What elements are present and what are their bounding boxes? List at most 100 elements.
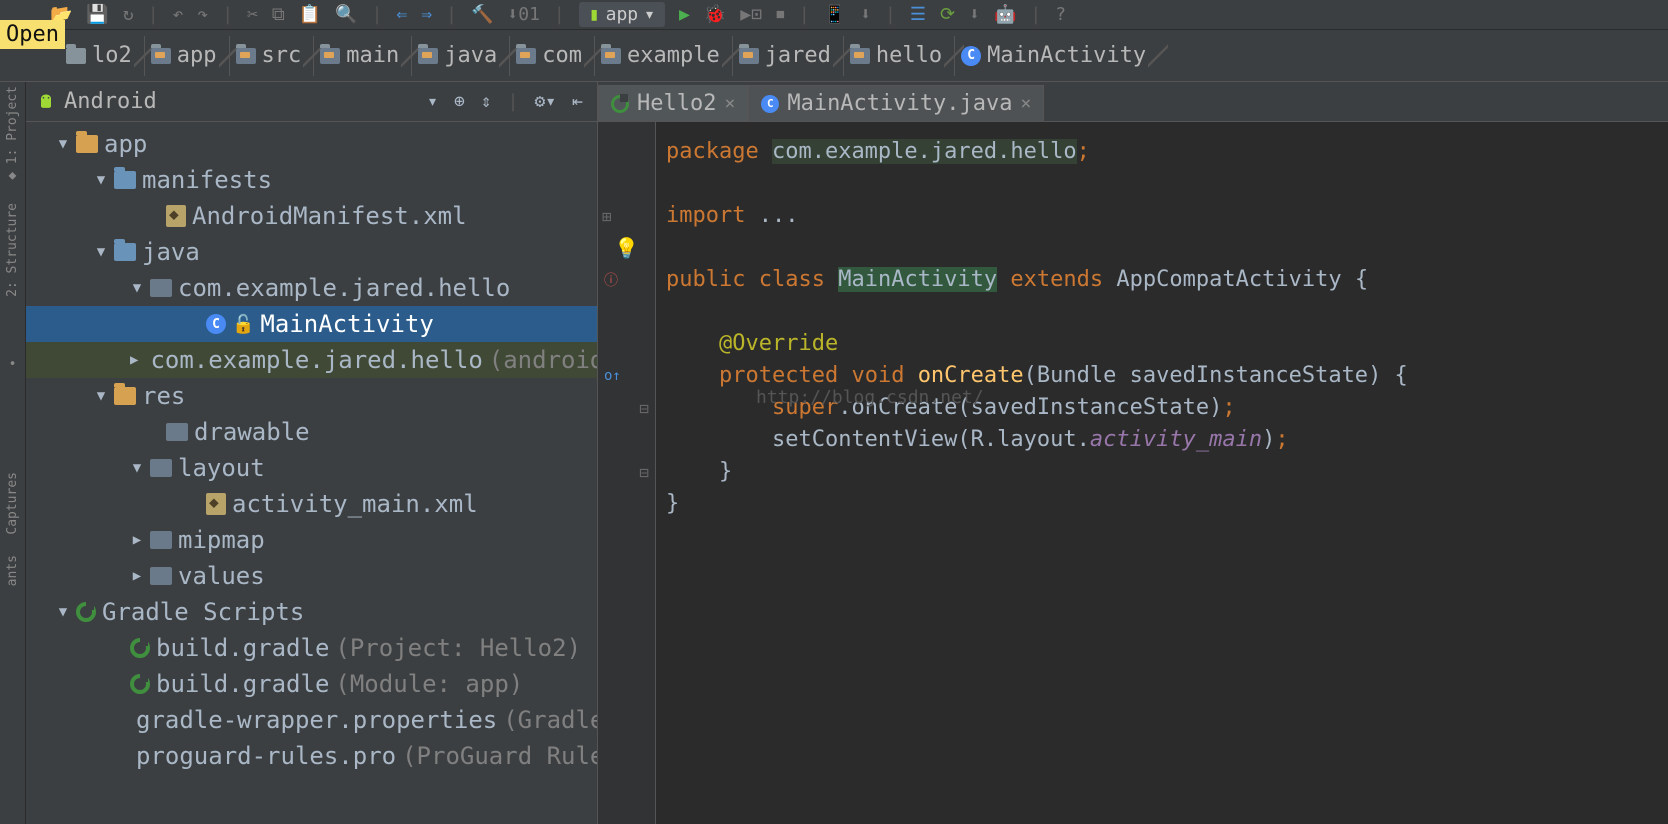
hide-icon[interactable]: ⇤ <box>568 91 587 112</box>
copy-icon[interactable]: ⧉ <box>272 4 285 25</box>
tree-res[interactable]: ▼res <box>26 378 597 414</box>
android-robot-icon[interactable]: 🤖 <box>994 4 1016 25</box>
sdk-icon[interactable]: ⬇ <box>860 4 871 25</box>
sidebar-header: Android ▾ ⊕ ⇕ | ⚙▾ ⇤ <box>26 82 597 122</box>
gradle-icon <box>130 638 150 658</box>
crumb-app[interactable]: app <box>144 36 229 76</box>
find-icon[interactable]: 🔍 <box>335 4 357 25</box>
tab-hello2[interactable]: Hello2 × <box>598 85 748 121</box>
gradle-icon <box>76 602 96 622</box>
rail-captures[interactable]: Captures <box>5 472 20 535</box>
sidebar-view-label[interactable]: Android <box>64 89 415 114</box>
crumb-java[interactable]: java <box>411 36 509 76</box>
rail-variants[interactable]: ants <box>5 555 20 586</box>
code-content[interactable]: package com.example.jared.hello; import … <box>656 122 1668 824</box>
gradle-icon <box>611 95 629 113</box>
folder-icon <box>150 531 172 549</box>
tool-window-bar: ◆1: Project 2: Structure • Captures ants <box>0 82 26 824</box>
crumb-com[interactable]: com <box>509 36 594 76</box>
editor-panel: Hello2 × C MainActivity.java × ⊞ 💡 ⓘ o↑ … <box>598 82 1668 824</box>
tree-manifests[interactable]: ▼manifests <box>26 162 597 198</box>
crumb-src[interactable]: src <box>229 36 314 76</box>
crumb-mainactivity[interactable]: CMainActivity <box>954 36 1158 76</box>
breadcrumb: lo2 app src main java com example jared … <box>0 30 1668 82</box>
crumb-example[interactable]: example <box>594 36 732 76</box>
folder-icon <box>320 48 340 64</box>
package-icon <box>150 279 172 297</box>
sync-icon[interactable]: ↻ <box>123 4 134 25</box>
folder-icon <box>739 48 759 64</box>
tree-activity-main-xml[interactable]: activity_main.xml <box>26 486 597 522</box>
tree-mipmap[interactable]: ▶mipmap <box>26 522 597 558</box>
folder-icon <box>66 48 86 64</box>
tree-build-gradle-module[interactable]: build.gradle (Module: app) <box>26 666 597 702</box>
rail-structure[interactable]: 2: Structure <box>5 203 20 297</box>
watermark: http://blog.csdn.net/ <box>756 382 984 414</box>
gutter: ⊞ 💡 ⓘ o↑ ⊟ ⊟ <box>598 122 656 824</box>
folder-icon <box>114 171 136 189</box>
avd-icon[interactable]: 📱 <box>824 4 846 25</box>
code-area[interactable]: ⊞ 💡 ⓘ o↑ ⊟ ⊟ package com.example.jared.h… <box>598 122 1668 824</box>
class-icon: C <box>761 95 779 113</box>
back-icon[interactable]: ⇐ <box>396 4 407 25</box>
collapse-icon[interactable]: ⇕ <box>477 91 496 112</box>
folder-icon <box>516 48 536 64</box>
folder-icon <box>850 48 870 64</box>
tree-pkg-main[interactable]: ▼com.example.jared.hello <box>26 270 597 306</box>
tree-gradle-wrapper[interactable]: gradle-wrapper.properties (Gradle Versio… <box>26 702 597 738</box>
tree-layout[interactable]: ▼layout <box>26 450 597 486</box>
device-icon[interactable]: ⬇ <box>969 4 980 25</box>
gear-icon[interactable]: ⚙▾ <box>530 91 560 112</box>
crumb-lo2[interactable]: lo2 <box>60 36 144 76</box>
redo-icon[interactable]: ↷ <box>197 4 208 25</box>
help-icon[interactable]: ? <box>1055 4 1066 25</box>
gradle-icon <box>130 674 150 694</box>
folder-icon <box>151 48 171 64</box>
save-icon[interactable]: 💾 <box>86 4 108 25</box>
tree-app[interactable]: ▼app <box>26 126 597 162</box>
target-icon[interactable]: ⊕ <box>450 91 469 112</box>
undo-icon[interactable]: ↶ <box>173 4 184 25</box>
cut-icon[interactable]: ✂ <box>247 4 258 25</box>
tree-build-gradle-project[interactable]: build.gradle (Project: Hello2) <box>26 630 597 666</box>
tab-mainactivity[interactable]: C MainActivity.java × <box>748 85 1044 121</box>
tree-java[interactable]: ▼java <box>26 234 597 270</box>
paste-icon[interactable]: 📋 <box>299 4 321 25</box>
tree-gradle-scripts[interactable]: ▼Gradle Scripts <box>26 594 597 630</box>
sync-gradle-icon[interactable]: ⟳ <box>940 4 955 25</box>
folder-icon <box>150 567 172 585</box>
crumb-main[interactable]: main <box>313 36 411 76</box>
project-tree: ▼app ▼manifests AndroidManifest.xml ▼jav… <box>26 122 597 774</box>
folder-icon <box>114 387 136 405</box>
attach-debugger-icon[interactable]: ▶⊡ <box>740 4 762 25</box>
folder-icon <box>150 459 172 477</box>
tree-values[interactable]: ▶values <box>26 558 597 594</box>
android-icon: ▮ <box>589 4 600 25</box>
module-icon <box>76 135 98 153</box>
run-icon[interactable]: ▶ <box>679 4 690 25</box>
forward-icon[interactable]: ⇒ <box>421 4 432 25</box>
crumb-hello[interactable]: hello <box>843 36 954 76</box>
close-icon[interactable]: × <box>724 93 735 114</box>
bulb-icon[interactable]: 💡 <box>614 236 639 260</box>
override-up-icon[interactable]: o↑ <box>598 360 655 392</box>
tree-manifest-xml[interactable]: AndroidManifest.xml <box>26 198 597 234</box>
crumb-jared[interactable]: jared <box>732 36 843 76</box>
binary-icon[interactable]: ⬇01 <box>507 4 540 25</box>
run-config-selector[interactable]: ▮ app ▾ <box>579 2 665 27</box>
lock-icon: 🔓 <box>232 314 254 335</box>
debug-icon[interactable]: 🐞 <box>704 4 726 25</box>
tree-drawable[interactable]: drawable <box>26 414 597 450</box>
structure-icon[interactable]: ☰ <box>910 4 926 25</box>
rail-project[interactable]: ◆1: Project <box>5 86 20 183</box>
profile-icon[interactable]: ⏹ <box>776 4 785 25</box>
make-icon[interactable]: 🔨 <box>471 4 493 25</box>
editor-tabs: Hello2 × C MainActivity.java × <box>598 82 1668 122</box>
tree-mainactivity[interactable]: C🔓MainActivity <box>26 306 597 342</box>
tree-pkg-test[interactable]: ▶com.example.jared.hello (androidTest) <box>26 342 597 378</box>
chevron-down-icon[interactable]: ▾ <box>423 91 442 112</box>
override-icon[interactable]: ⓘ <box>598 264 655 296</box>
tree-proguard[interactable]: proguard-rules.pro (ProGuard Rules) <box>26 738 597 774</box>
class-icon: C <box>206 314 226 334</box>
close-icon[interactable]: × <box>1021 93 1032 114</box>
